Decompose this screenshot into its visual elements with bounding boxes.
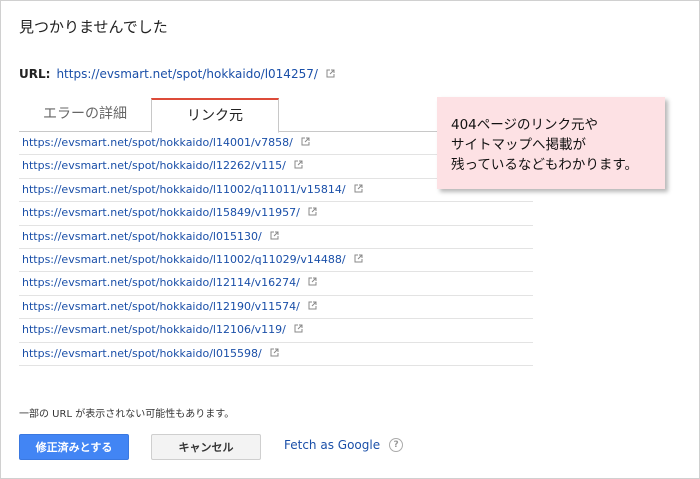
external-link-icon[interactable]: [308, 272, 317, 294]
link-source-url[interactable]: https://evsmart.net/spot/hokkaido/l01559…: [22, 343, 262, 365]
table-row: https://evsmart.net/spot/hokkaido/l12114…: [19, 272, 533, 296]
note-line: 残っているなどもわかります。: [451, 157, 638, 173]
annotation-note: 404ページのリンク元や サイトマップへ掲載が 残っているなどもわかります。: [437, 97, 665, 189]
external-link-icon[interactable]: [308, 202, 317, 224]
external-link-icon[interactable]: [294, 155, 303, 177]
external-link-icon[interactable]: [354, 249, 363, 271]
page-title: 見つかりませんでした: [19, 18, 168, 36]
question-circle-icon[interactable]: ?: [389, 438, 404, 452]
url-label: URL:: [19, 67, 51, 81]
fetch-as-google-link[interactable]: Fetch as Google ?: [284, 438, 404, 452]
table-row: https://evsmart.net/spot/hokkaido/l15849…: [19, 202, 533, 226]
link-source-url[interactable]: https://evsmart.net/spot/hokkaido/l11002…: [22, 179, 346, 201]
external-link-icon[interactable]: [294, 319, 303, 341]
link-source-url[interactable]: https://evsmart.net/spot/hokkaido/l15849…: [22, 202, 300, 224]
link-source-url[interactable]: https://evsmart.net/spot/hokkaido/l14001…: [22, 132, 293, 154]
table-row: https://evsmart.net/spot/hokkaido/l12106…: [19, 319, 533, 343]
table-row: https://evsmart.net/spot/hokkaido/l11002…: [19, 249, 533, 273]
link-source-url[interactable]: https://evsmart.net/spot/hokkaido/l12114…: [22, 272, 300, 294]
note-line: 404ページのリンク元や: [451, 117, 598, 133]
tab-link-sources[interactable]: リンク元: [151, 98, 279, 133]
external-link-icon[interactable]: [354, 179, 363, 201]
tab-error-details[interactable]: エラーの詳細: [19, 99, 151, 130]
external-link-icon[interactable]: [270, 226, 279, 248]
table-row: https://evsmart.net/spot/hokkaido/l01513…: [19, 226, 533, 249]
dialog-frame: 見つかりませんでした URL: https://evsmart.net/spot…: [0, 0, 700, 479]
cancel-button[interactable]: キャンセル: [151, 434, 261, 460]
mark-as-fixed-button[interactable]: 修正済みとする: [19, 434, 129, 460]
link-source-url[interactable]: https://evsmart.net/spot/hokkaido/l12106…: [22, 319, 286, 341]
external-link-icon[interactable]: [301, 132, 310, 154]
table-row: https://evsmart.net/spot/hokkaido/l12190…: [19, 296, 533, 320]
footnote: 一部の URL が表示されない可能性もあります。: [19, 409, 235, 420]
external-link-icon[interactable]: [308, 296, 317, 318]
link-source-url[interactable]: https://evsmart.net/spot/hokkaido/l11002…: [22, 249, 346, 271]
external-link-icon[interactable]: [326, 67, 335, 81]
fetch-as-google-label[interactable]: Fetch as Google: [284, 438, 380, 452]
link-source-url[interactable]: https://evsmart.net/spot/hokkaido/l01513…: [22, 226, 262, 248]
table-row: https://evsmart.net/spot/hokkaido/l01559…: [19, 343, 533, 366]
url-row: URL: https://evsmart.net/spot/hokkaido/l…: [19, 67, 335, 81]
link-source-url[interactable]: https://evsmart.net/spot/hokkaido/l12190…: [22, 296, 300, 318]
link-source-url[interactable]: https://evsmart.net/spot/hokkaido/l12262…: [22, 155, 286, 177]
note-line: サイトマップへ掲載が: [451, 137, 586, 153]
url-link[interactable]: https://evsmart.net/spot/hokkaido/l01425…: [56, 67, 317, 81]
external-link-icon[interactable]: [270, 343, 279, 365]
